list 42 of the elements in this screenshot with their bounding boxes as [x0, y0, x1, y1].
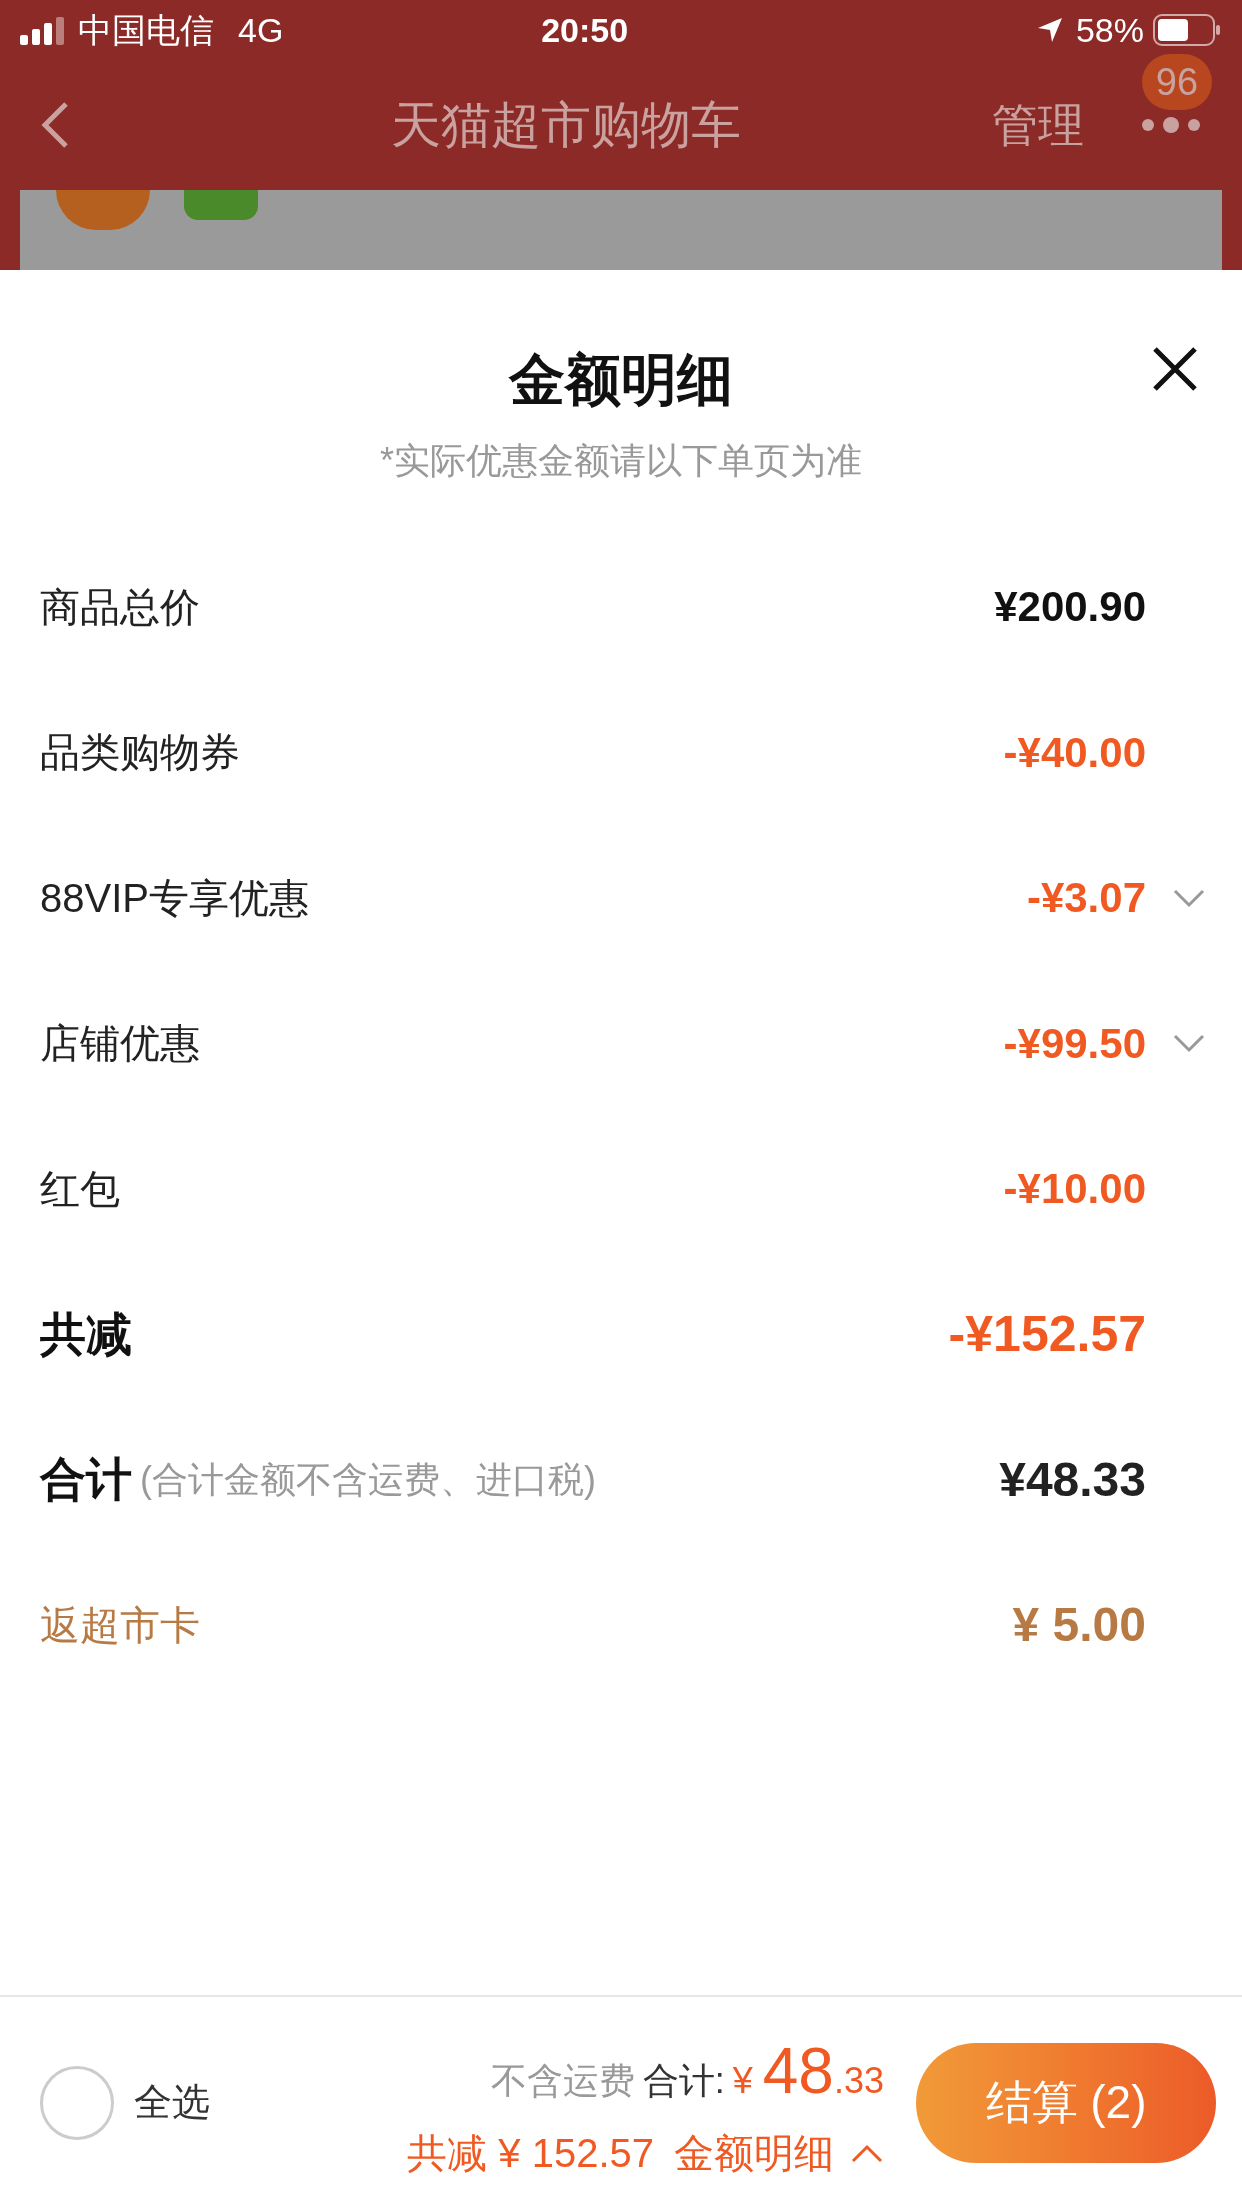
amount-label: 合计	[40, 1452, 132, 1508]
network-type: 4G	[238, 9, 284, 51]
manage-link[interactable]: 管理	[992, 90, 1084, 160]
amount-detail-link[interactable]: 金额明细	[674, 2122, 834, 2183]
amount-label: 品类购物券	[40, 729, 240, 777]
amount-value: ¥ 5.00	[1012, 1597, 1146, 1654]
sheet-title: 金额明细	[509, 347, 733, 413]
amount-value: -¥99.50	[1003, 1018, 1146, 1069]
amount-value: -¥152.57	[948, 1304, 1146, 1364]
battery-percent: 58%	[1075, 9, 1144, 51]
amount-label: 88VIP专享优惠	[40, 874, 309, 922]
close-icon[interactable]	[1152, 346, 1198, 392]
battery-icon	[1152, 13, 1222, 47]
amount-value: ¥48.33	[999, 1451, 1146, 1508]
sheet-subtitle: *实际优惠金额请以下单页为准	[380, 439, 862, 483]
chevron-up-icon	[850, 2142, 884, 2163]
amount-label: 返超市卡	[40, 1602, 200, 1650]
message-badge: 96	[1142, 54, 1212, 110]
amount-value: -¥3.07	[1026, 873, 1146, 924]
total-saved: 共减 ¥ 152.57	[407, 2129, 654, 2177]
total-label: 合计:	[642, 2058, 725, 2103]
amount-label: 红包	[40, 1165, 120, 1213]
amount-value: -¥40.00	[1003, 727, 1146, 778]
carrier-name: 中国电信	[78, 9, 214, 51]
chevron-down-icon	[1172, 1033, 1206, 1054]
more-icon[interactable]	[1140, 116, 1202, 134]
amount-label: 店铺优惠	[40, 1020, 200, 1068]
checkout-button[interactable]: 结算 (2)	[916, 2042, 1216, 2163]
amount-value: -¥10.00	[1003, 1164, 1146, 1215]
signal-icon	[20, 15, 66, 45]
select-all-label[interactable]: 全选	[134, 2074, 210, 2131]
page-title: 天猫超市购物车	[390, 95, 742, 155]
status-time: 20:50	[540, 9, 630, 51]
amount-note: (合计金额不含运费、进口税)	[140, 1457, 596, 1502]
amount-label: 商品总价	[40, 583, 200, 631]
amount-label: 共减	[40, 1306, 132, 1362]
amount-value: ¥200.90	[994, 582, 1146, 633]
chevron-down-icon	[1172, 887, 1206, 908]
total-amount: ¥48.33	[732, 2033, 884, 2109]
shipping-note: 不含运费	[490, 2058, 635, 2103]
select-all-checkbox[interactable]	[40, 2065, 114, 2140]
back-icon[interactable]	[40, 101, 70, 149]
